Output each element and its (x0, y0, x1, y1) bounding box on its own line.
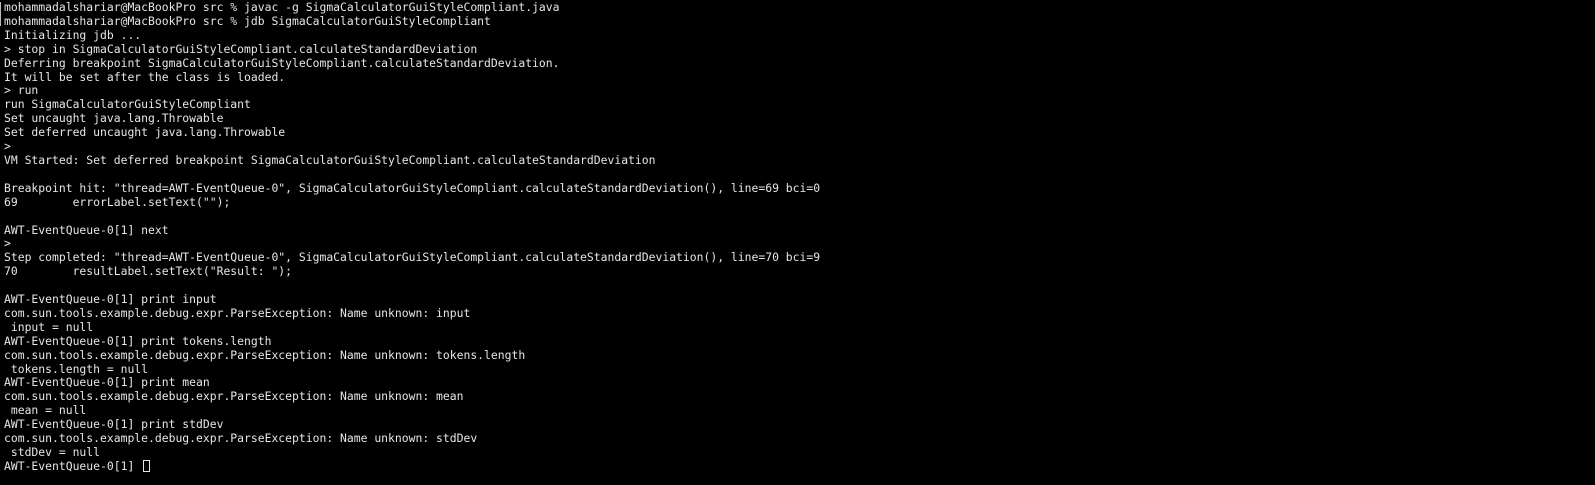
terminal-line: > stop in SigmaCalculatorGuiStyleComplia… (4, 42, 478, 56)
terminal-line: tokens.length = null (4, 362, 149, 376)
jdb-prompt: AWT-EventQueue-0[1] (4, 458, 135, 473)
terminal-line: It will be set after the class is loaded… (4, 70, 286, 84)
terminal-line: > (4, 140, 11, 154)
terminal-line: input = null (4, 320, 94, 334)
terminal-line: Set uncaught java.lang.Throwable (4, 112, 224, 126)
text-cursor-icon[interactable] (143, 459, 151, 472)
terminal-line: Set deferred uncaught java.lang.Throwabl… (4, 126, 286, 140)
terminal-window[interactable]: mohammadalshariar@MacBookPro src % javac… (0, 0, 1595, 485)
terminal-line: Breakpoint hit: "thread=AWT-EventQueue-0… (4, 181, 821, 195)
terminal-line: mohammadalshariar@MacBookPro src % jdb S… (4, 14, 491, 28)
terminal-line: stdDev = null (4, 446, 101, 459)
terminal-line: Step completed: "thread=AWT-EventQueue-0… (4, 251, 821, 265)
terminal-line: AWT-EventQueue-0[1] print tokens.length (4, 334, 272, 348)
terminal-line: > (4, 237, 11, 251)
terminal-output: mohammadalshariar@MacBookPro src % javac… (4, 1, 1595, 460)
terminal-line: Initializing jdb ... (4, 28, 142, 42)
terminal-line: AWT-EventQueue-0[1] print input (4, 293, 217, 307)
window-edge-marker (0, 2, 1, 26)
terminal-line: mohammadalshariar@MacBookPro src % javac… (4, 1, 560, 14)
terminal-line: com.sun.tools.example.debug.expr.ParseEx… (4, 432, 478, 446)
terminal-line: AWT-EventQueue-0[1] print mean (4, 376, 210, 390)
terminal-input-line[interactable]: AWT-EventQueue-0[1] (4, 458, 1595, 474)
terminal-line: AWT-EventQueue-0[1] next (4, 223, 169, 237)
terminal-line: mean = null (4, 404, 87, 418)
terminal-line: com.sun.tools.example.debug.expr.ParseEx… (4, 390, 464, 404)
terminal-line: 70 resultLabel.setText("Result: "); (4, 265, 293, 279)
terminal-line: Deferring breakpoint SigmaCalculatorGuiS… (4, 56, 560, 70)
terminal-line: > run (4, 84, 39, 98)
terminal-line: VM Started: Set deferred breakpoint Sigm… (4, 153, 656, 167)
terminal-line: AWT-EventQueue-0[1] print stdDev (4, 418, 224, 432)
terminal-line: com.sun.tools.example.debug.expr.ParseEx… (4, 348, 526, 362)
terminal-line: 69 errorLabel.setText(""); (4, 195, 231, 209)
terminal-line: run SigmaCalculatorGuiStyleCompliant (4, 98, 251, 112)
terminal-line: com.sun.tools.example.debug.expr.ParseEx… (4, 306, 471, 320)
